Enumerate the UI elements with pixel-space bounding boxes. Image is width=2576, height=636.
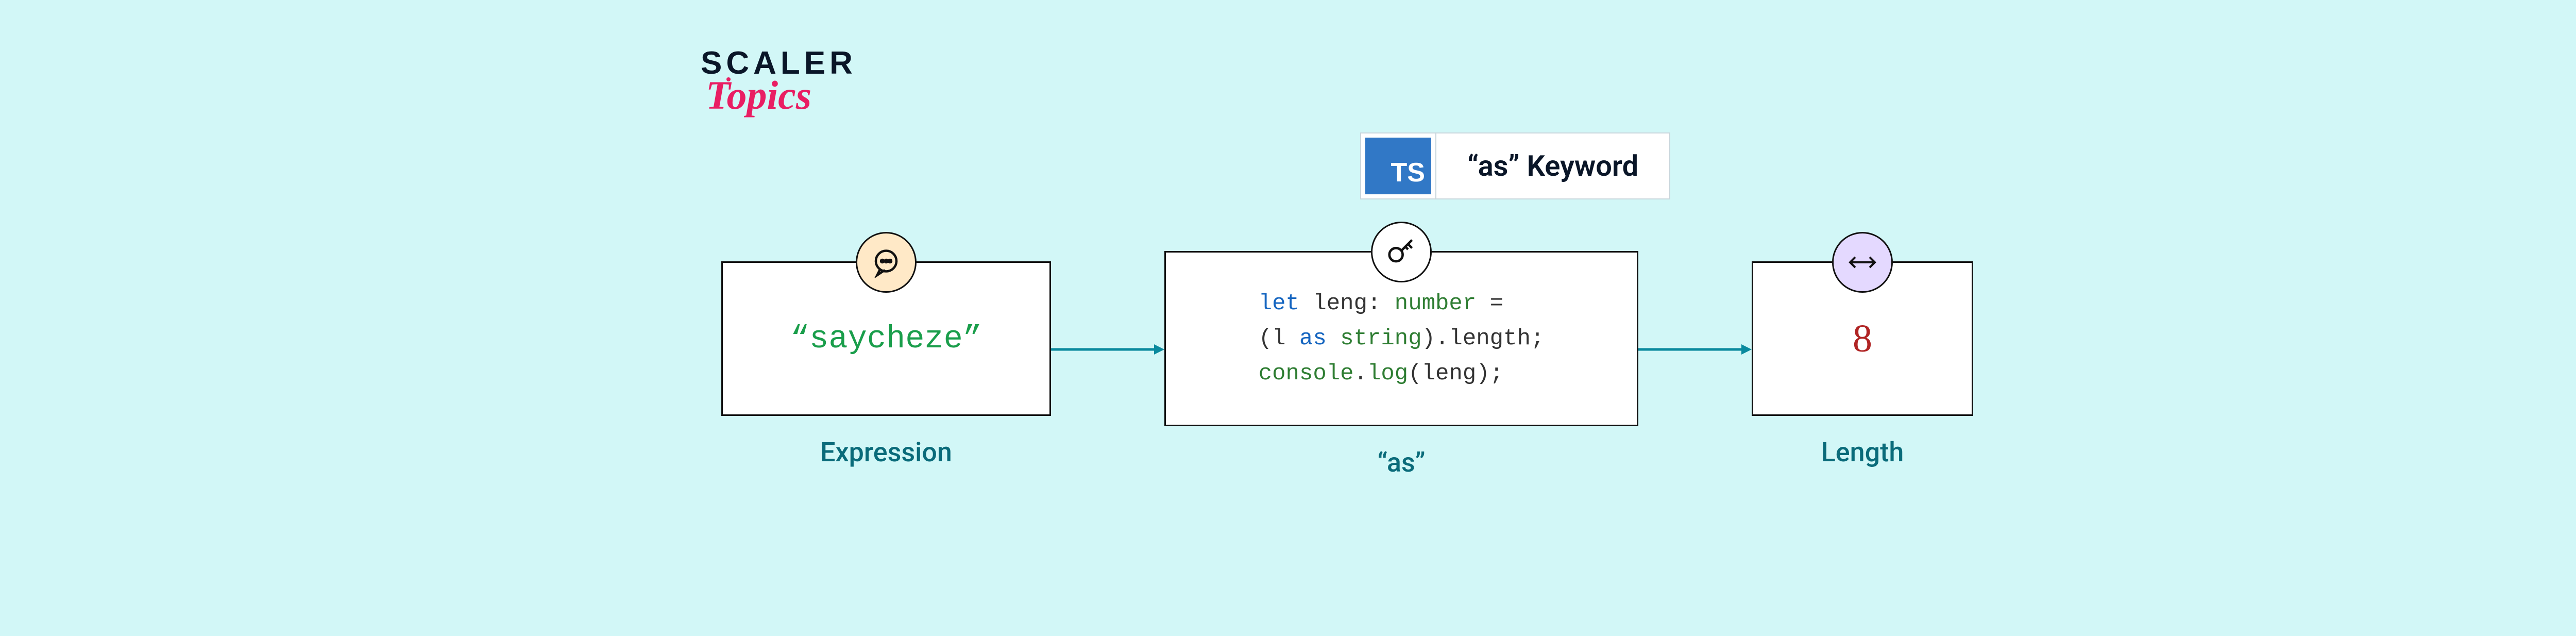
code-block: let leng: number = (l as string).length;… <box>1259 286 1545 392</box>
expression-node: “saycheze” Expression <box>721 261 1051 468</box>
output-caption: Length <box>1821 437 1904 468</box>
title-text: “as” Keyword <box>1435 133 1669 198</box>
title-box: TS “as” Keyword <box>1360 132 1670 199</box>
arrow-icon <box>1051 347 1164 352</box>
arrows-horizontal-icon <box>1832 232 1893 293</box>
expression-card: “saycheze” <box>721 261 1051 416</box>
typescript-badge-icon: TS <box>1365 138 1431 194</box>
output-card: 8 <box>1752 261 1973 416</box>
logo-bottom-text: Topics <box>706 72 811 119</box>
expression-caption: Expression <box>820 437 952 468</box>
arrow-icon <box>1638 347 1752 352</box>
output-node: 8 Length <box>1752 261 1973 468</box>
diagram-row: “saycheze” Expression let leng: number =… <box>721 251 1973 478</box>
code-card: let leng: number = (l as string).length;… <box>1164 251 1638 426</box>
brand-logo: SCALER Topics <box>701 45 857 119</box>
expression-value: “saycheze” <box>790 321 982 357</box>
code-caption: “as” <box>1377 447 1425 478</box>
ts-badge-text: TS <box>1391 157 1425 188</box>
output-value: 8 <box>1853 316 1872 361</box>
key-icon <box>1371 222 1432 282</box>
chat-bubble-icon <box>856 232 917 293</box>
code-node: let leng: number = (l as string).length;… <box>1164 251 1638 478</box>
